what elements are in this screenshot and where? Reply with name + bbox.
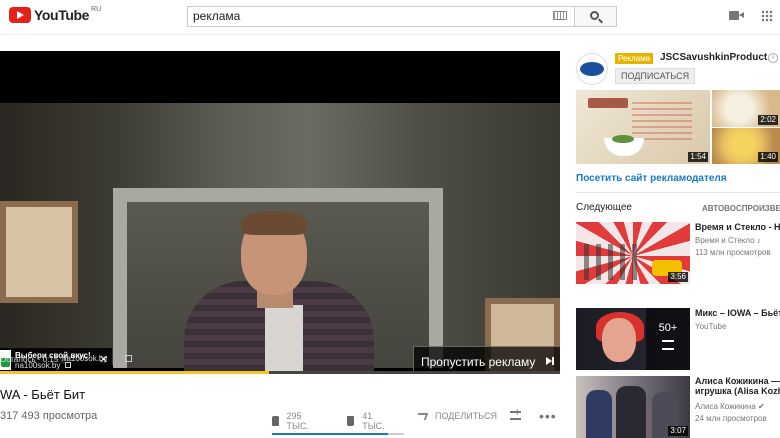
thumbnail-person — [616, 386, 646, 438]
recommendation-item[interactable]: 50+ Микс – IOWA – Бьёт YouTube — [576, 308, 780, 370]
like-ratio-fill — [272, 433, 389, 435]
ad-video-thumbnail[interactable]: 1:54 — [576, 90, 710, 164]
video-player[interactable]: Выбери свой вкус! na100sok.by ✕ Пропусти… — [0, 51, 560, 374]
duration-badge: 1:40 — [758, 152, 778, 162]
thumbnail-text-block — [632, 100, 692, 140]
dislike-count: 41 ТЫС. — [362, 411, 385, 431]
recommendation-title[interactable]: Микс – IOWA – Бьёт — [695, 308, 780, 318]
header-divider — [0, 34, 780, 35]
thumbnail-banner — [588, 98, 628, 108]
thumbnail-person — [586, 390, 612, 438]
ad-progress-bar[interactable] — [0, 371, 560, 374]
view-count: 317 493 просмотра — [0, 410, 98, 422]
skip-ad-button[interactable]: Пропустить рекламу — [413, 346, 560, 374]
recommendation-channel[interactable]: Время и Стекло ♪ — [695, 236, 780, 245]
youtube-logo[interactable]: YouTube RU — [9, 5, 102, 23]
recommendation-item[interactable]: 3:56 Время и Стекло - Н Время и Стекло ♪… — [576, 222, 780, 284]
share-icon — [415, 412, 429, 420]
thumbnail-greens — [612, 135, 634, 143]
video-thumbnail[interactable]: 50+ — [576, 308, 690, 370]
duration-badge: 2:02 — [758, 115, 778, 125]
duration-badge: 3:56 — [668, 272, 688, 282]
playlist-icon — [662, 340, 674, 350]
skip-ad-label: Пропустить рекламу — [421, 355, 536, 369]
ad-video-thumbnail[interactable]: 1:40 — [712, 128, 780, 164]
duration-badge: 3:07 — [668, 426, 688, 436]
recommendation-channel[interactable]: YouTube — [695, 322, 780, 331]
logo-text: YouTube — [34, 7, 90, 23]
search-icon — [590, 11, 599, 20]
thumbs-up-icon — [272, 416, 279, 426]
recommendation-title-line2[interactable]: игрушка (Alisa Kozhi — [695, 386, 780, 396]
duration-badge: 1:54 — [688, 152, 708, 162]
video-title: WA - Бьёт Бит — [0, 387, 86, 402]
video-frame — [0, 103, 560, 374]
more-icon: ••• — [539, 408, 557, 424]
add-to-playlist-button[interactable] — [510, 407, 525, 420]
dislike-button[interactable]: 41 ТЫС. — [347, 411, 387, 431]
person-shirt — [265, 305, 303, 374]
recommendation-views: 113 млн просмотров — [695, 248, 771, 257]
recommendation-channel[interactable]: Алиса Кожикина ✔ — [695, 402, 780, 411]
ad-badge: Реклама — [615, 53, 654, 64]
ad-channel-avatar[interactable] — [576, 53, 608, 85]
autoplay-label: АВТОВОСПРОИЗВЕДЕНИЕ — [702, 204, 780, 213]
search-input[interactable]: реклама — [187, 6, 575, 27]
recommendation-title[interactable]: Время и Стекло - Н — [695, 222, 780, 232]
ad-domain-link[interactable]: na100sok.by — [62, 354, 107, 363]
upload-video-icon[interactable] — [729, 11, 744, 20]
recommendation-title[interactable]: Алиса Кожикина — — [695, 376, 780, 386]
like-ratio-bar — [272, 433, 404, 435]
playlist-count: 50+ — [658, 322, 678, 334]
wall-picture-left — [0, 201, 78, 303]
search-button[interactable] — [575, 6, 617, 27]
recommendation-views: 24 млн просмотров — [695, 414, 767, 423]
share-button[interactable]: ПОДЕЛИТЬСЯ — [415, 411, 497, 421]
info-icon[interactable]: i — [768, 53, 778, 63]
apps-grid-icon[interactable] — [761, 10, 773, 22]
ad-time-remaining: Осталось · 0:15 ⓘ — [0, 355, 69, 364]
visit-advertiser-link[interactable]: Посетить сайт рекламодателя — [576, 173, 727, 184]
video-thumbnail[interactable]: 3:56 — [576, 222, 690, 284]
like-count: 295 ТЫС. — [286, 411, 309, 431]
sidebar-divider — [576, 192, 780, 193]
recommendation-item[interactable]: 3:07 Алиса Кожикина — игрушка (Alisa Koz… — [576, 376, 780, 438]
like-button[interactable]: 295 ТЫС. — [272, 411, 312, 431]
playlist-add-icon — [510, 407, 521, 420]
person-hair — [241, 211, 307, 235]
external-link-icon — [125, 355, 132, 362]
thumbs-down-icon — [347, 416, 355, 426]
ad-progress-fill — [0, 371, 269, 374]
playlist-overlay: 50+ — [646, 308, 690, 370]
skip-next-icon — [546, 357, 554, 365]
video-thumbnail[interactable]: 3:07 — [576, 376, 690, 438]
share-label: ПОДЕЛИТЬСЯ — [435, 411, 497, 421]
savushkin-logo-icon — [580, 62, 604, 76]
ad-channel-name[interactable]: JSCSavushkinProduct — [660, 52, 767, 63]
thumbnail-figures — [584, 244, 644, 280]
youtube-play-icon — [9, 7, 31, 23]
keyboard-icon[interactable] — [553, 11, 567, 20]
more-actions-button[interactable]: ••• — [539, 408, 557, 424]
ad-video-thumbnail[interactable]: 2:02 — [712, 90, 780, 127]
thumbnail-face — [602, 318, 636, 362]
subscribe-button[interactable]: ПОДПИСАТЬСЯ — [615, 68, 696, 84]
up-next-label: Следующее — [576, 202, 632, 213]
logo-region: RU — [91, 5, 102, 13]
masthead: YouTube RU реклама — [0, 0, 780, 32]
